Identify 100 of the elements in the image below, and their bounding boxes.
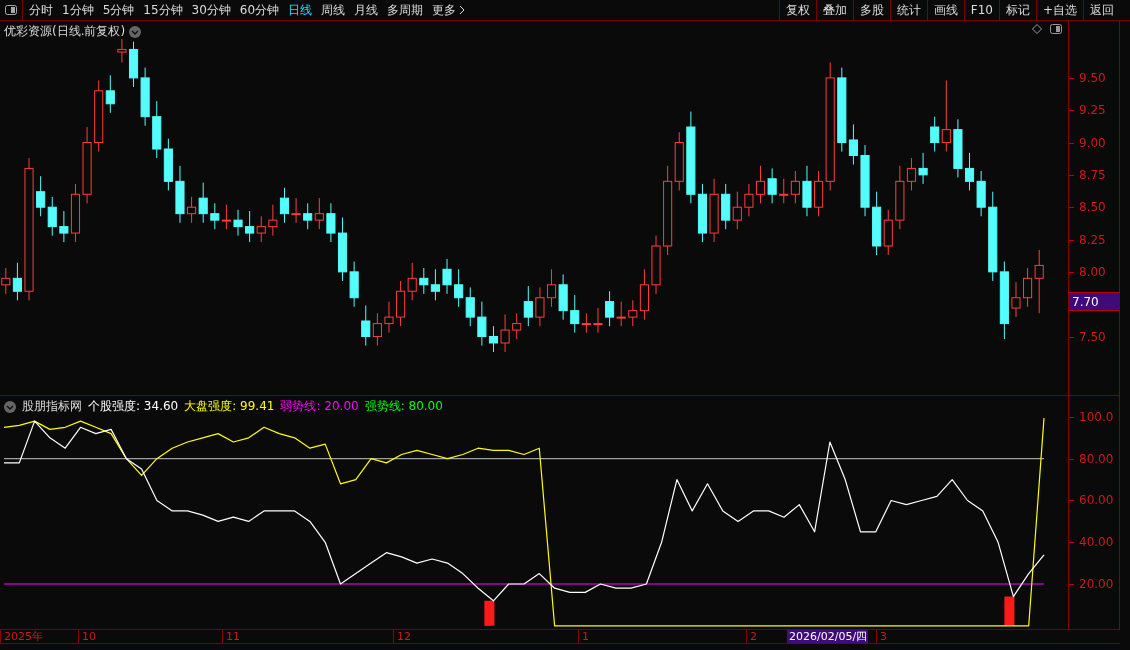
candlestick bbox=[221, 204, 231, 230]
axis-label: 100.0 bbox=[1079, 409, 1114, 424]
candlestick bbox=[941, 79, 951, 153]
period-tab[interactable]: 15分钟 bbox=[143, 1, 183, 19]
candlestick bbox=[12, 262, 22, 301]
candlestick bbox=[407, 262, 417, 301]
candlestick bbox=[628, 299, 638, 327]
candlestick bbox=[732, 191, 742, 230]
period-tab[interactable]: 日线 bbox=[288, 1, 313, 19]
legend-item: 个股强度: 34.60 bbox=[88, 398, 179, 415]
axis-label: 20.00 bbox=[1079, 577, 1114, 592]
candlestick bbox=[593, 307, 603, 334]
date-label: 2026/02/05/四 bbox=[787, 630, 869, 643]
candlestick bbox=[465, 286, 475, 327]
price-tag: 7.70 bbox=[1069, 292, 1120, 311]
period-tab[interactable]: 60分钟 bbox=[239, 1, 280, 19]
axis-label: 8.00 bbox=[1079, 264, 1106, 279]
candlestick bbox=[767, 167, 777, 204]
candlestick bbox=[59, 210, 69, 243]
indicator-title: 股朋指标网 bbox=[22, 398, 82, 415]
axis-label: 8.75 bbox=[1079, 167, 1106, 182]
period-tab[interactable]: 1分钟 bbox=[62, 1, 94, 19]
candlestick bbox=[419, 267, 429, 295]
candlestick bbox=[790, 170, 800, 204]
panel-toggle-icon[interactable] bbox=[1050, 24, 1062, 34]
period-tab[interactable]: 5分钟 bbox=[102, 1, 135, 19]
period-tab[interactable]: 多周期 bbox=[387, 1, 424, 19]
candlestick bbox=[918, 152, 928, 185]
candlestick bbox=[36, 175, 46, 217]
candlestick bbox=[848, 123, 858, 166]
candlestick bbox=[500, 314, 510, 353]
chevron-down-icon[interactable] bbox=[129, 25, 142, 38]
candlestick bbox=[964, 152, 975, 191]
candlestick bbox=[245, 210, 255, 243]
candlestick bbox=[930, 116, 940, 153]
legend-item: 弱势线: 20.00 bbox=[280, 398, 359, 415]
candlestick bbox=[314, 197, 324, 230]
candlestick bbox=[477, 301, 487, 347]
candlestick bbox=[256, 215, 266, 243]
axis-label: 9.25 bbox=[1079, 103, 1106, 118]
candlestick bbox=[488, 325, 499, 353]
candlestick bbox=[442, 258, 452, 295]
axis-label: 40.00 bbox=[1079, 535, 1114, 550]
diamond-icon[interactable] bbox=[1032, 24, 1042, 34]
date-label: 2025年 bbox=[0, 630, 43, 643]
candlestick bbox=[616, 301, 626, 327]
candlestick bbox=[1023, 267, 1033, 308]
candlestick bbox=[581, 312, 591, 334]
legend-item: 大盘强度: 99.41 bbox=[184, 398, 275, 415]
period-tab[interactable]: 更多 bbox=[432, 1, 457, 19]
chevron-down-icon[interactable] bbox=[4, 400, 16, 413]
axis-label: 7.50 bbox=[1079, 329, 1106, 344]
axis-label: 8.50 bbox=[1079, 200, 1106, 215]
date-label: 12 bbox=[393, 630, 411, 643]
candlestick bbox=[233, 209, 243, 237]
date-label: 1 bbox=[578, 630, 589, 643]
candlestick bbox=[384, 301, 394, 334]
axis-label: 9.50 bbox=[1079, 70, 1106, 85]
period-tab[interactable]: 周线 bbox=[321, 1, 346, 19]
period-tab[interactable]: 30分钟 bbox=[191, 1, 231, 19]
candlestick bbox=[210, 202, 220, 230]
candlestick bbox=[279, 187, 290, 224]
chart-title: 优彩资源(日线.前复权) bbox=[4, 23, 126, 40]
axis-label: 60.00 bbox=[1079, 493, 1114, 508]
period-tab[interactable]: 月线 bbox=[354, 1, 379, 19]
candlestick bbox=[512, 312, 522, 340]
candlestick bbox=[605, 290, 615, 327]
candlestick bbox=[326, 202, 336, 243]
candlestick bbox=[906, 157, 917, 191]
date-label: 2 bbox=[746, 630, 757, 643]
candlestick bbox=[268, 204, 278, 237]
candlestick bbox=[535, 286, 545, 327]
candlestick bbox=[47, 196, 57, 237]
legend-item: 强势线: 80.00 bbox=[364, 398, 443, 415]
signal-bar bbox=[484, 600, 495, 626]
axis-label: 8.25 bbox=[1079, 232, 1106, 247]
date-label: 10 bbox=[78, 630, 96, 643]
candlestick bbox=[1011, 281, 1021, 318]
candlestick bbox=[523, 285, 533, 327]
candlestick bbox=[361, 304, 371, 347]
date-label: 3 bbox=[876, 630, 887, 643]
period-tab[interactable]: 分时 bbox=[29, 1, 53, 19]
date-label: 11 bbox=[222, 630, 240, 643]
candlestick bbox=[187, 196, 197, 224]
candlestick bbox=[546, 268, 557, 308]
candlestick bbox=[570, 294, 580, 334]
candlestick bbox=[454, 268, 464, 308]
candlestick bbox=[779, 178, 789, 204]
candlestick bbox=[372, 312, 382, 347]
candlestick bbox=[755, 165, 766, 204]
candlestick bbox=[117, 38, 127, 63]
candlestick bbox=[744, 183, 754, 217]
signal-bar bbox=[1004, 596, 1015, 626]
axis-label: 9.00 bbox=[1079, 135, 1106, 150]
chevron-right-icon bbox=[459, 5, 466, 15]
candlestick bbox=[105, 74, 115, 114]
candlestick bbox=[198, 182, 208, 224]
candlestick bbox=[291, 197, 301, 224]
candlestick bbox=[1, 267, 11, 295]
candlestick bbox=[303, 202, 313, 230]
